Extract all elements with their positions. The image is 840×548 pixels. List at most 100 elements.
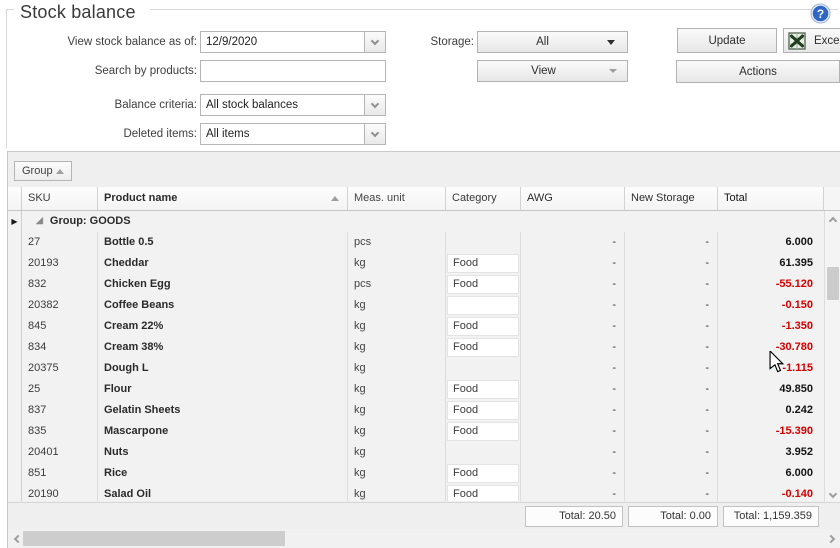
category-editor[interactable]: Food [447,317,519,336]
table-row[interactable]: 837Gelatin SheetskgFood--0.242 [8,400,824,421]
sku-cell: 851 [22,463,98,484]
category-editor[interactable]: Food [447,254,519,273]
category-cell: Food [446,316,521,337]
new-storage-cell: - [625,232,718,253]
category-editor[interactable]: Food [447,422,519,441]
view-dropdown[interactable]: View [477,60,628,82]
balance-criteria-dropdown-button[interactable] [364,95,385,115]
sort-ascending-icon [331,196,339,201]
category-editor[interactable]: Food [447,380,519,399]
deleted-items-combo[interactable]: All items [200,123,386,145]
category-editor[interactable] [447,296,519,315]
table-row[interactable]: 20190Salad OilkgFood---0.140 [8,484,824,501]
chevron-down-icon [371,36,379,44]
table-row[interactable]: 834Cream 38%kgFood---30.780 [8,337,824,358]
meas-unit-cell: kg [348,358,446,379]
horizontal-scrollbar[interactable] [8,529,840,548]
table-row[interactable]: 20375Dough Lkg---1.115 [8,358,824,379]
category-editor[interactable]: Food [447,485,519,501]
category-editor[interactable]: Food [447,275,519,294]
category-cell: Food [446,463,521,484]
vertical-scrollbar[interactable] [824,211,840,503]
row-indicator-cell [8,253,22,274]
scroll-left-button[interactable] [8,529,24,548]
awg-cell: - [521,253,625,274]
category-editor[interactable]: Food [447,338,519,357]
search-input[interactable] [200,60,386,82]
header-indicator [8,187,22,210]
table-row[interactable]: 851RicekgFood--6.000 [8,463,824,484]
group-expand-icon[interactable]: ◢ [36,211,43,231]
awg-cell: - [521,484,625,501]
sku-cell: 834 [22,337,98,358]
product-name-cell: Mascarpone [98,421,348,442]
table-row[interactable]: 845Cream 22%kgFood---1.350 [8,316,824,337]
new-storage-cell: - [625,358,718,379]
meas-unit-cell: kg [348,253,446,274]
product-name-cell: Cream 22% [98,316,348,337]
grid-header-row: SKU Product name Meas. unit Category AWG… [8,187,840,211]
category-cell: Food [446,274,521,295]
horizontal-scroll-thumb[interactable] [23,531,285,546]
excel-export-button[interactable]: Excel [783,28,840,53]
header-awg[interactable]: AWG [521,187,625,210]
group-by-chip[interactable]: Group [14,161,72,181]
help-icon[interactable]: ? [810,3,831,24]
chevron-left-icon [13,534,21,542]
storage-label: Storage: [380,31,474,53]
date-label: View stock balance as of: [0,31,197,53]
table-row[interactable]: 835MascarponekgFood---15.390 [8,421,824,442]
category-cell: Food [446,400,521,421]
row-indicator-cell [8,379,22,400]
table-row[interactable]: 25FlourkgFood--49.850 [8,379,824,400]
scroll-right-button[interactable] [824,529,840,548]
total-cell: -30.780 [718,337,821,358]
category-editor[interactable]: Food [447,401,519,420]
awg-cell: - [521,379,625,400]
total-cell: -0.140 [718,484,821,501]
vertical-scroll-thumb[interactable] [827,267,839,300]
awg-cell: - [521,337,625,358]
category-editor[interactable]: Food [447,464,519,483]
grid-footer: Total: 20.50 Total: 0.00 Total: 1,159.35… [8,502,840,528]
actions-button[interactable]: Actions [676,60,840,83]
sku-cell: 20401 [22,442,98,463]
header-product-name[interactable]: Product name [98,187,348,210]
table-row[interactable]: 20382Coffee Beanskg---0.150 [8,295,824,316]
meas-unit-cell: kg [348,400,446,421]
update-label: Update [708,35,745,47]
product-name-cell: Nuts [98,442,348,463]
sort-ascending-icon [56,169,64,174]
chevron-up-icon [829,216,837,224]
table-row[interactable]: 832Chicken EggpcsFood---55.120 [8,274,824,295]
header-meas-unit[interactable]: Meas. unit [348,187,446,210]
table-row[interactable]: 20401Nutskg--3.952 [8,442,824,463]
new-storage-cell: - [625,274,718,295]
header-sku[interactable]: SKU [22,187,98,210]
new-storage-cell: - [625,295,718,316]
product-name-cell: Bottle 0.5 [98,232,348,253]
deleted-items-dropdown-button[interactable] [364,124,385,144]
balance-criteria-combo[interactable]: All stock balances [200,94,386,116]
scroll-up-button[interactable] [825,211,840,227]
header-total[interactable]: Total [718,187,821,210]
meas-unit-cell: kg [348,442,446,463]
table-row[interactable]: 27Bottle 0.5pcs--6.000 [8,232,824,253]
scroll-down-button[interactable] [825,487,840,503]
table-row[interactable]: 20193CheddarkgFood--61.395 [8,253,824,274]
category-cell [446,442,521,463]
svg-text:?: ? [817,7,824,21]
grid-body: ▶ ◢Group: GOODS 27Bottle 0.5pcs--6.00020… [8,211,824,501]
group-by-panel: Group [8,152,840,187]
group-row[interactable]: ▶ ◢Group: GOODS [8,211,824,232]
storage-dropdown[interactable]: All [477,31,628,53]
product-name-cell: Chicken Egg [98,274,348,295]
total-cell: -1.115 [718,358,821,379]
header-category[interactable]: Category [446,187,521,210]
date-combo[interactable]: 12/9/2020 [200,31,386,53]
new-storage-cell: - [625,316,718,337]
update-button[interactable]: Update [677,28,777,53]
page-title: Stock balance [16,2,140,23]
stock-grid: Group SKU Product name Meas. unit Catego… [7,151,840,548]
header-new-storage[interactable]: New Storage [625,187,718,210]
